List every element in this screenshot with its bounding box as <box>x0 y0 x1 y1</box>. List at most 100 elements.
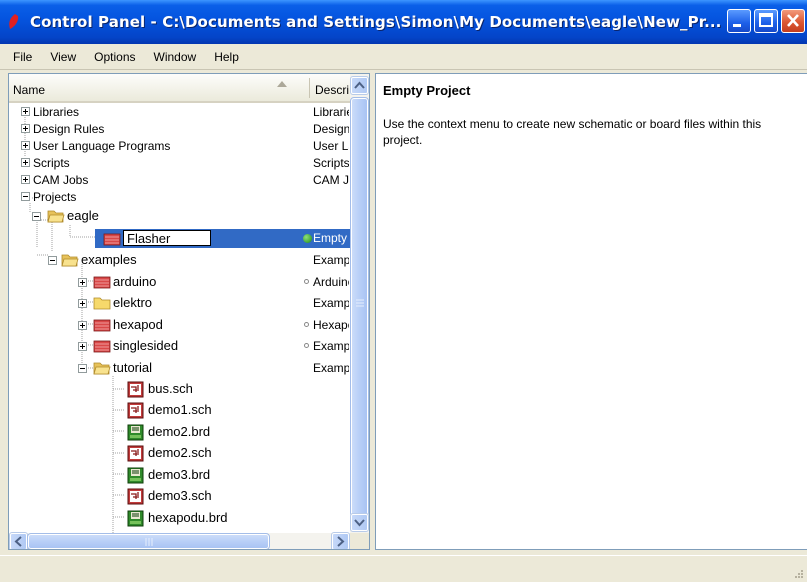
expand-scripts-button[interactable] <box>21 158 30 167</box>
project-folder-icon <box>103 233 121 246</box>
rename-flasher-input[interactable] <box>123 230 211 246</box>
flasher-desc: Empty Project <box>313 231 349 245</box>
close-button[interactable] <box>781 9 805 33</box>
scroll-right-button[interactable] <box>331 532 350 549</box>
column-separator[interactable] <box>309 78 310 98</box>
singlesided-desc: Example <box>313 339 349 353</box>
collapse-projects-button[interactable] <box>21 192 30 201</box>
eagle-app-icon[interactable] <box>8 14 24 30</box>
project-closed-indicator-icon <box>304 322 309 327</box>
design-rules-label: Design Rules <box>33 122 105 136</box>
tree-item-file[interactable]: demo2.brd <box>9 423 350 443</box>
folder-icon <box>93 297 111 310</box>
expand-design-rules-button[interactable] <box>21 124 30 133</box>
tree-item-examples[interactable]: examples Examples <box>9 251 350 269</box>
schematic-file-icon <box>127 445 144 462</box>
scroll-up-button[interactable] <box>350 76 369 95</box>
board-file-icon <box>127 510 144 527</box>
scroll-corner <box>350 533 369 549</box>
board-file-icon <box>127 424 144 441</box>
tree-item-tutorial[interactable]: tutorial Example <box>9 359 350 377</box>
project-folder-icon <box>93 319 111 332</box>
project-closed-indicator-icon <box>304 279 309 284</box>
menu-bar: File View Options Window Help <box>0 44 807 70</box>
expand-ulp-button[interactable] <box>21 141 30 150</box>
tree-item-hexapod[interactable]: hexapod Hexapod <box>9 316 350 334</box>
eagle-label: eagle <box>67 208 99 223</box>
expand-elektro-button[interactable] <box>78 299 87 308</box>
examples-desc: Examples <box>313 253 349 267</box>
minimize-button[interactable] <box>727 9 751 33</box>
collapse-tutorial-button[interactable] <box>78 364 87 373</box>
window-title: Control Panel - C:\Documents and Setting… <box>30 13 722 31</box>
tree-item-file[interactable]: demo3.brd <box>9 466 350 486</box>
scripts-label: Scripts <box>33 156 70 170</box>
expand-singlesided-button[interactable] <box>78 342 87 351</box>
expand-libraries-button[interactable] <box>21 107 30 116</box>
collapse-examples-button[interactable] <box>48 256 57 265</box>
tree-item-arduino[interactable]: arduino Arduino <box>9 273 350 291</box>
elektro-label: elektro <box>113 295 153 310</box>
design-rules-desc: Design Rules <box>313 122 349 136</box>
menu-options[interactable]: Options <box>85 50 144 64</box>
project-open-indicator-icon <box>303 234 312 243</box>
scrollbar-thumb[interactable] <box>350 97 369 517</box>
ulp-label: User Language Programs <box>33 139 171 153</box>
tree-item-file[interactable]: demo3.sch <box>9 487 350 507</box>
tree-item-eagle[interactable]: eagle <box>9 207 350 225</box>
examples-label: examples <box>81 252 137 267</box>
tree-item-file[interactable]: demo2.sch <box>9 444 350 464</box>
tree-item-design-rules[interactable]: Design Rules Design Rules <box>9 120 350 138</box>
tree-item-libraries[interactable]: Libraries Libraries <box>9 103 350 121</box>
column-description-header[interactable]: Description <box>315 83 349 97</box>
libraries-label: Libraries <box>33 105 80 119</box>
scripts-desc: Scripts <box>313 156 349 170</box>
tutorial-desc: Example <box>313 361 349 375</box>
board-file-icon <box>127 467 144 484</box>
horizontal-scrollbar[interactable] <box>9 532 350 549</box>
hexapod-desc: Hexapod <box>313 318 349 332</box>
file-label: demo2.sch <box>148 445 212 460</box>
menu-window[interactable]: Window <box>145 50 206 64</box>
tree-item-ulp[interactable]: User Language Programs User Language Pro… <box>9 137 350 155</box>
cam-jobs-label: CAM Jobs <box>33 173 89 187</box>
scroll-left-button[interactable] <box>9 532 28 549</box>
tree-item-cam-jobs[interactable]: CAM Jobs CAM Jobs <box>9 171 350 189</box>
title-bar: Control Panel - C:\Documents and Setting… <box>0 0 807 44</box>
tree-view[interactable]: Libraries Libraries Design Rules Design … <box>9 103 350 533</box>
tree-item-flasher[interactable]: Empty Project <box>9 229 350 248</box>
tree-item-elektro[interactable]: elektro Example <box>9 294 350 312</box>
tree-item-singlesided[interactable]: singlesided Example <box>9 337 350 355</box>
ulp-desc: User Language Programs <box>313 139 349 153</box>
projects-label: Projects <box>33 190 77 204</box>
expand-hexapod-button[interactable] <box>78 321 87 330</box>
tree-item-projects[interactable]: Projects <box>9 188 350 206</box>
file-label: bus.sch <box>148 381 193 396</box>
tree-pane: Name Description <box>8 73 370 550</box>
tree-item-file[interactable]: demo1.sch <box>9 401 350 421</box>
status-bar <box>0 555 807 582</box>
expand-cam-jobs-button[interactable] <box>21 175 30 184</box>
vertical-scrollbar[interactable] <box>350 74 369 533</box>
arduino-label: arduino <box>113 274 157 289</box>
column-name-header[interactable]: Name <box>13 83 45 97</box>
tree-item-file[interactable]: hexapodu.brd <box>9 509 350 529</box>
horizontal-scrollbar-thumb[interactable] <box>27 533 270 549</box>
scroll-down-button[interactable] <box>350 513 369 532</box>
thumb-grip-icon <box>356 299 364 307</box>
collapse-eagle-button[interactable] <box>32 212 41 221</box>
schematic-file-icon <box>127 381 144 398</box>
resize-grip-icon[interactable] <box>793 568 803 578</box>
maximize-button[interactable] <box>754 9 778 33</box>
cam-jobs-desc: CAM Jobs <box>313 173 349 187</box>
menu-file[interactable]: File <box>4 50 41 64</box>
file-label: demo3.sch <box>148 488 212 503</box>
folder-open-icon <box>61 254 79 267</box>
thumb-grip-icon <box>145 538 153 546</box>
tree-item-scripts[interactable]: Scripts Scripts <box>9 154 350 172</box>
expand-arduino-button[interactable] <box>78 278 87 287</box>
tree-item-file[interactable]: bus.sch <box>9 380 350 400</box>
menu-help[interactable]: Help <box>205 50 248 64</box>
menu-view[interactable]: View <box>41 50 85 64</box>
file-label: hexapodu.brd <box>148 510 228 525</box>
